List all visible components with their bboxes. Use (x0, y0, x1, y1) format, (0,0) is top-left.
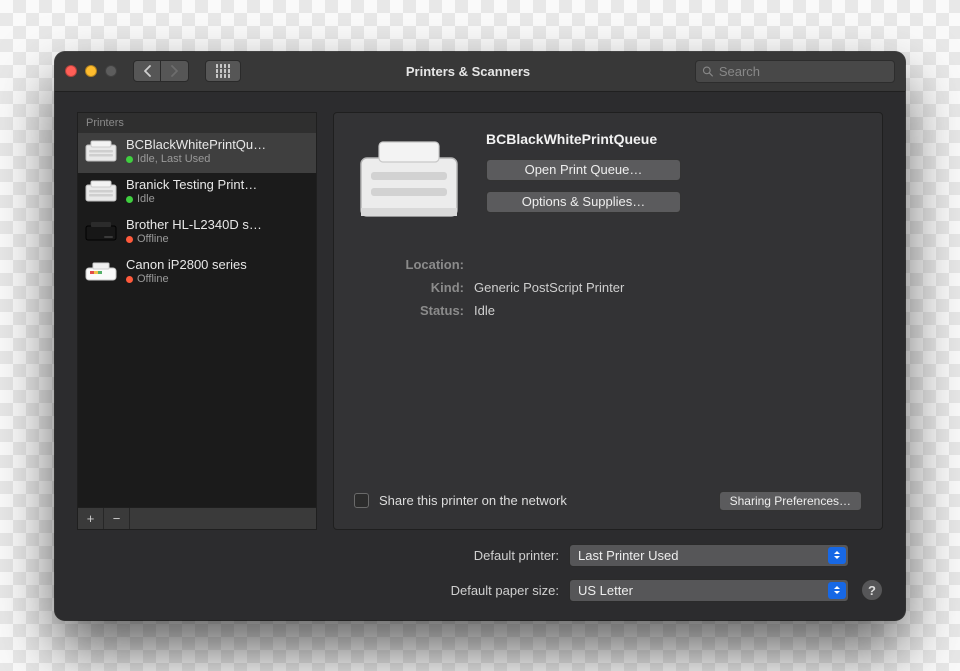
defaults: Default printer: Last Printer Used Defau… (77, 544, 883, 602)
printer-row[interactable]: Brother HL-L2340D s… Offline (78, 213, 316, 253)
printer-row[interactable]: BCBlackWhitePrintQu… Idle, Last Used (78, 133, 316, 173)
printer-icon (84, 139, 118, 165)
minimize-icon[interactable] (85, 65, 97, 77)
open-queue-button[interactable]: Open Print Queue… (486, 159, 681, 181)
help-button[interactable]: ? (861, 579, 883, 601)
nav-back-forward (133, 60, 189, 82)
status-value: Idle (474, 303, 862, 318)
show-all-button[interactable] (205, 60, 241, 82)
status-led-icon (126, 276, 133, 283)
zoom-icon (105, 65, 117, 77)
printer-list-header: Printers (78, 113, 316, 133)
kind-label: Kind: (354, 280, 464, 295)
printer-large-icon (354, 131, 464, 231)
search-input[interactable] (719, 64, 888, 79)
back-button[interactable] (133, 60, 161, 82)
default-paper-select[interactable]: US Letter (569, 579, 849, 602)
location-label: Location: (354, 257, 464, 272)
printer-row[interactable]: Branick Testing Print… Idle (78, 173, 316, 213)
default-printer-select[interactable]: Last Printer Used (569, 544, 849, 567)
printer-title: BCBlackWhitePrintQueue (486, 131, 862, 147)
chevron-updown-icon (828, 547, 846, 564)
remove-printer-button[interactable]: − (104, 508, 130, 529)
printer-list-body: BCBlackWhitePrintQu… Idle, Last Used Bra… (78, 133, 316, 507)
search-icon (702, 65, 714, 78)
status-label: Status: (354, 303, 464, 318)
printer-name: Canon iP2800 series (126, 257, 247, 273)
close-icon[interactable] (65, 65, 77, 77)
prefs-window: Printers & Scanners Printers BCBlackWhit… (55, 52, 905, 620)
share-checkbox[interactable] (354, 493, 369, 508)
search-field[interactable] (695, 60, 895, 83)
printer-name: BCBlackWhitePrintQu… (126, 137, 266, 153)
printer-status: Offline (126, 233, 262, 247)
titlebar: Printers & Scanners (55, 52, 905, 92)
location-value (474, 257, 862, 272)
default-printer-label: Default printer: (77, 548, 569, 563)
printer-info: Location: Kind: Generic PostScript Print… (354, 257, 862, 318)
printer-row[interactable]: Canon iP2800 series Offline (78, 253, 316, 293)
printer-name: Branick Testing Print… (126, 177, 257, 193)
share-label: Share this printer on the network (379, 493, 709, 508)
window-title: Printers & Scanners (251, 64, 685, 79)
status-led-icon (126, 156, 133, 163)
printer-status: Idle (126, 193, 257, 207)
content: Printers BCBlackWhitePrintQu… Idle, Last… (55, 92, 905, 620)
printer-status: Idle, Last Used (126, 153, 266, 167)
sharing-prefs-button[interactable]: Sharing Preferences… (719, 491, 862, 511)
printer-icon (84, 219, 118, 245)
chevron-updown-icon (828, 582, 846, 599)
grid-icon (216, 64, 230, 78)
status-led-icon (126, 236, 133, 243)
printer-list: Printers BCBlackWhitePrintQu… Idle, Last… (77, 112, 317, 530)
printer-icon (84, 179, 118, 205)
printer-detail: BCBlackWhitePrintQueue Open Print Queue…… (333, 112, 883, 530)
default-paper-label: Default paper size: (77, 583, 569, 598)
printer-icon (84, 259, 118, 285)
forward-button (161, 60, 189, 82)
options-supplies-button[interactable]: Options & Supplies… (486, 191, 681, 213)
kind-value: Generic PostScript Printer (474, 280, 862, 295)
status-led-icon (126, 196, 133, 203)
window-controls (65, 65, 117, 77)
add-printer-button[interactable]: + (78, 508, 104, 529)
printer-name: Brother HL-L2340D s… (126, 217, 262, 233)
printer-status: Offline (126, 273, 247, 287)
share-row: Share this printer on the network Sharin… (354, 471, 862, 511)
list-toolbar: + − (78, 507, 316, 529)
